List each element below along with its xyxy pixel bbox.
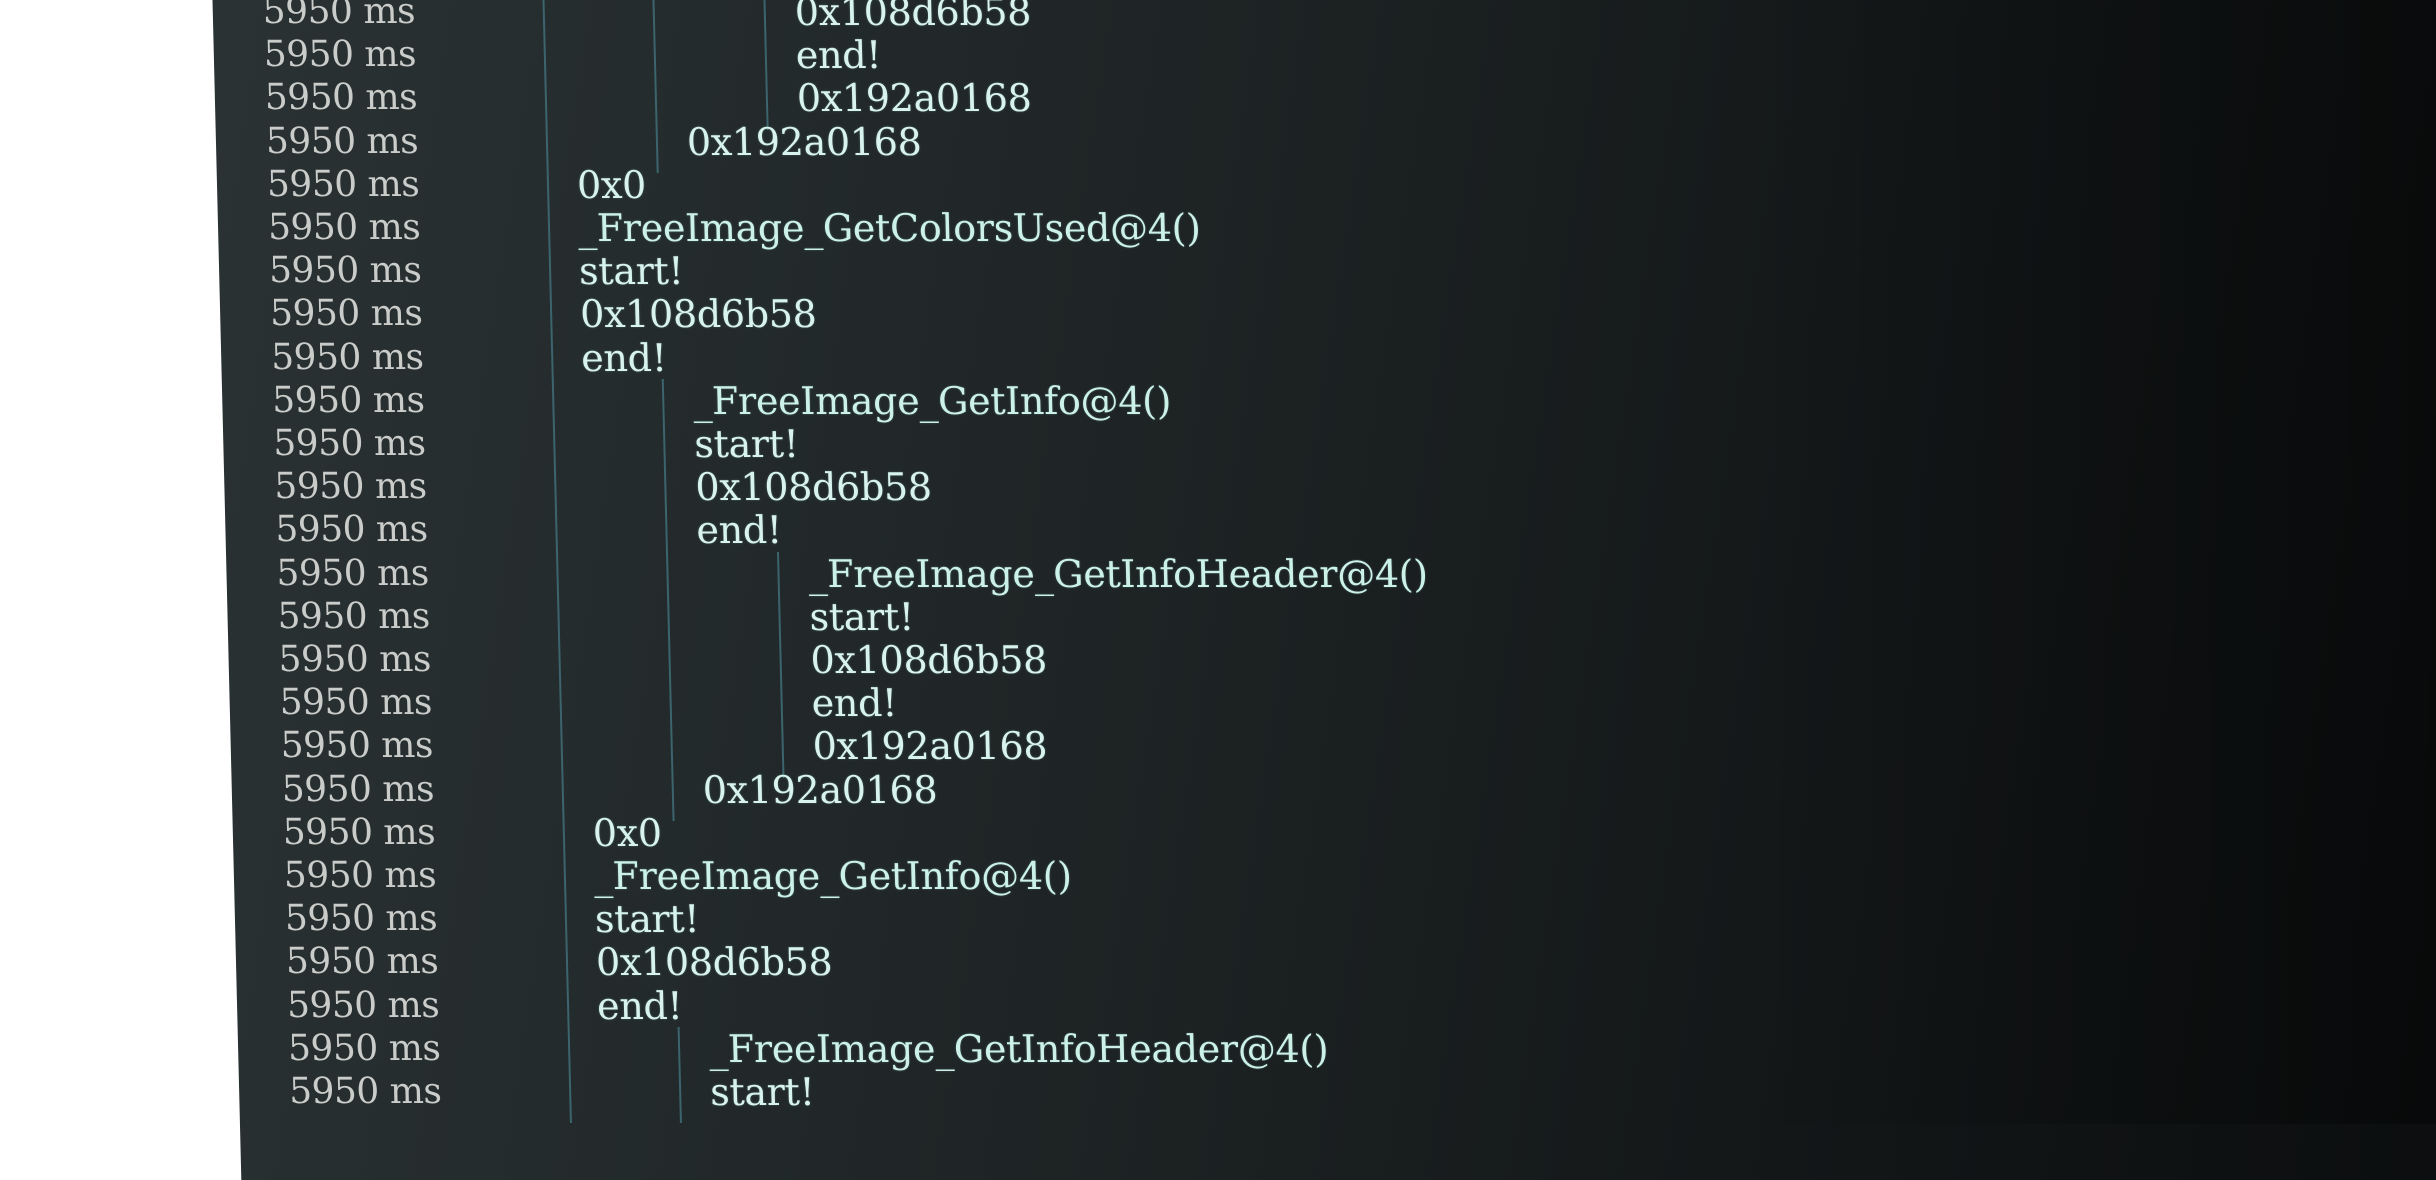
log-row: 5950 ms 0x192a0168 <box>215 120 922 164</box>
timestamp: 5950 ms <box>277 595 431 637</box>
function-call: _FreeImage_GetColorsUsed@4() <box>577 206 1202 250</box>
timestamp: 5950 ms <box>279 682 433 724</box>
log-row: 5950 ms end! <box>225 508 782 552</box>
log-row: 5950 ms 0x108d6b58 <box>235 940 832 984</box>
timestamp: 5950 ms <box>271 379 425 421</box>
log-message: end! <box>596 983 683 1028</box>
log-message: 0x108d6b58 <box>810 638 1048 682</box>
log-row: 5950 ms 0x192a0168 <box>231 768 938 812</box>
function-call: _FreeImage_GetInfo@4() <box>692 378 1172 423</box>
log-message: 0x0 <box>576 162 647 207</box>
log-row: 5950 ms start! <box>239 1070 815 1114</box>
log-row: 5950 ms _FreeImage_GetColorsUsed@4() <box>218 206 1202 250</box>
function-call: _FreeImage_GetInfoHeader@4() <box>708 1026 1329 1071</box>
log-message: 0x108d6b58 <box>579 292 818 337</box>
log-row: 5950 ms 0x108d6b58 <box>220 292 817 336</box>
indent-guide-line <box>542 0 572 1124</box>
log-message: start! <box>578 249 684 294</box>
log-row: 5950 ms 0x192a0168 <box>214 76 1032 120</box>
timestamp: 5950 ms <box>270 336 424 378</box>
timestamp: 5950 ms <box>266 163 420 205</box>
log-message: 0x0 <box>592 810 663 855</box>
log-row: 5950 ms _FreeImage_GetInfo@4() <box>233 854 1072 898</box>
log-message: end! <box>811 681 898 726</box>
indent-guide-line <box>776 551 785 778</box>
timestamp: 5950 ms <box>269 293 423 335</box>
log-row: 5950 ms end! <box>229 681 897 725</box>
indent-guide-line <box>763 0 769 130</box>
trace-console-screen: 5950 ms 0x108d6b58 5950 ms end! 5950 ms 0x192… <box>0 0 2436 1180</box>
log-row: 5950 ms 0x108d6b58 <box>228 638 1047 682</box>
timestamp: 5950 ms <box>282 811 436 853</box>
log-row: 5950 ms _FreeImage_GetInfoHeader@4() <box>226 552 1428 596</box>
log-message: 0x192a0168 <box>686 119 923 164</box>
log-message: start! <box>809 594 915 639</box>
timestamp: 5950 ms <box>288 1071 442 1112</box>
timestamp: 5950 ms <box>287 1027 441 1069</box>
log-message: end! <box>580 335 668 380</box>
log-message: 0x108d6b58 <box>595 940 833 985</box>
timestamp: 5950 ms <box>278 639 432 680</box>
timestamp: 5950 ms <box>274 509 429 551</box>
log-row: 5950 ms start! <box>219 249 684 293</box>
function-call: _FreeImage_GetInfoHeader@4() <box>807 551 1429 596</box>
timestamp: 5950 ms <box>281 768 435 810</box>
timestamp: 5950 ms <box>273 466 428 508</box>
log-message: end! <box>695 508 783 553</box>
timestamp: 5950 ms <box>280 725 434 767</box>
log-row: 5950 ms start! <box>223 422 799 466</box>
timestamp: 5950 ms <box>264 77 418 119</box>
log-row: 5950 ms 0x108d6b58 <box>224 465 932 509</box>
log-row: 5950 ms start! <box>234 897 699 941</box>
log-row: 5950 ms 0x0 <box>216 163 646 207</box>
log-message: 0x192a0168 <box>812 724 1048 769</box>
timestamp: 5950 ms <box>262 0 416 32</box>
indent-guide-line <box>677 1026 682 1124</box>
log-row: 5950 ms 0x192a0168 <box>230 724 1048 768</box>
indent-guide-line <box>661 378 675 821</box>
timestamp: 5950 ms <box>267 207 421 248</box>
log-row: 5950 ms 0x0 <box>232 811 662 855</box>
log-row: 5950 ms _FreeImage_GetInfo@4() <box>222 379 1172 423</box>
log-row: 5950 ms end! <box>213 33 881 77</box>
log-message: 0x108d6b58 <box>794 0 1032 34</box>
timestamp: 5950 ms <box>265 120 419 162</box>
log-message: start! <box>709 1070 816 1114</box>
log-row: 5950 ms end! <box>221 336 667 380</box>
log-row: 5950 ms end! <box>237 984 683 1028</box>
timestamp: 5950 ms <box>284 898 438 940</box>
log-message: end! <box>795 33 882 78</box>
log-message: start! <box>693 422 800 466</box>
log-message: 0x192a0168 <box>796 76 1032 121</box>
timestamp: 5950 ms <box>263 34 417 76</box>
timestamp: 5950 ms <box>283 855 437 896</box>
log-row: 5950 ms _FreeImage_GetInfoHeader@4() <box>238 1027 1329 1071</box>
timestamp: 5950 ms <box>268 250 422 292</box>
function-call: _FreeImage_GetInfo@4() <box>593 854 1073 898</box>
log-message: 0x108d6b58 <box>694 465 933 510</box>
timestamp: 5950 ms <box>285 941 439 983</box>
log-row: 5950 ms start! <box>227 595 914 639</box>
trace-console-panel[interactable]: 5950 ms 0x108d6b58 5950 ms end! 5950 ms 0x192… <box>212 0 2436 1180</box>
timestamp: 5950 ms <box>286 984 440 1026</box>
log-message: start! <box>594 897 700 942</box>
timestamp: 5950 ms <box>275 552 430 594</box>
log-row: 5950 ms 0x108d6b58 <box>212 0 1031 34</box>
timestamp: 5950 ms <box>272 423 427 464</box>
indent-guide-line <box>652 0 659 173</box>
log-message: 0x192a0168 <box>702 767 938 812</box>
